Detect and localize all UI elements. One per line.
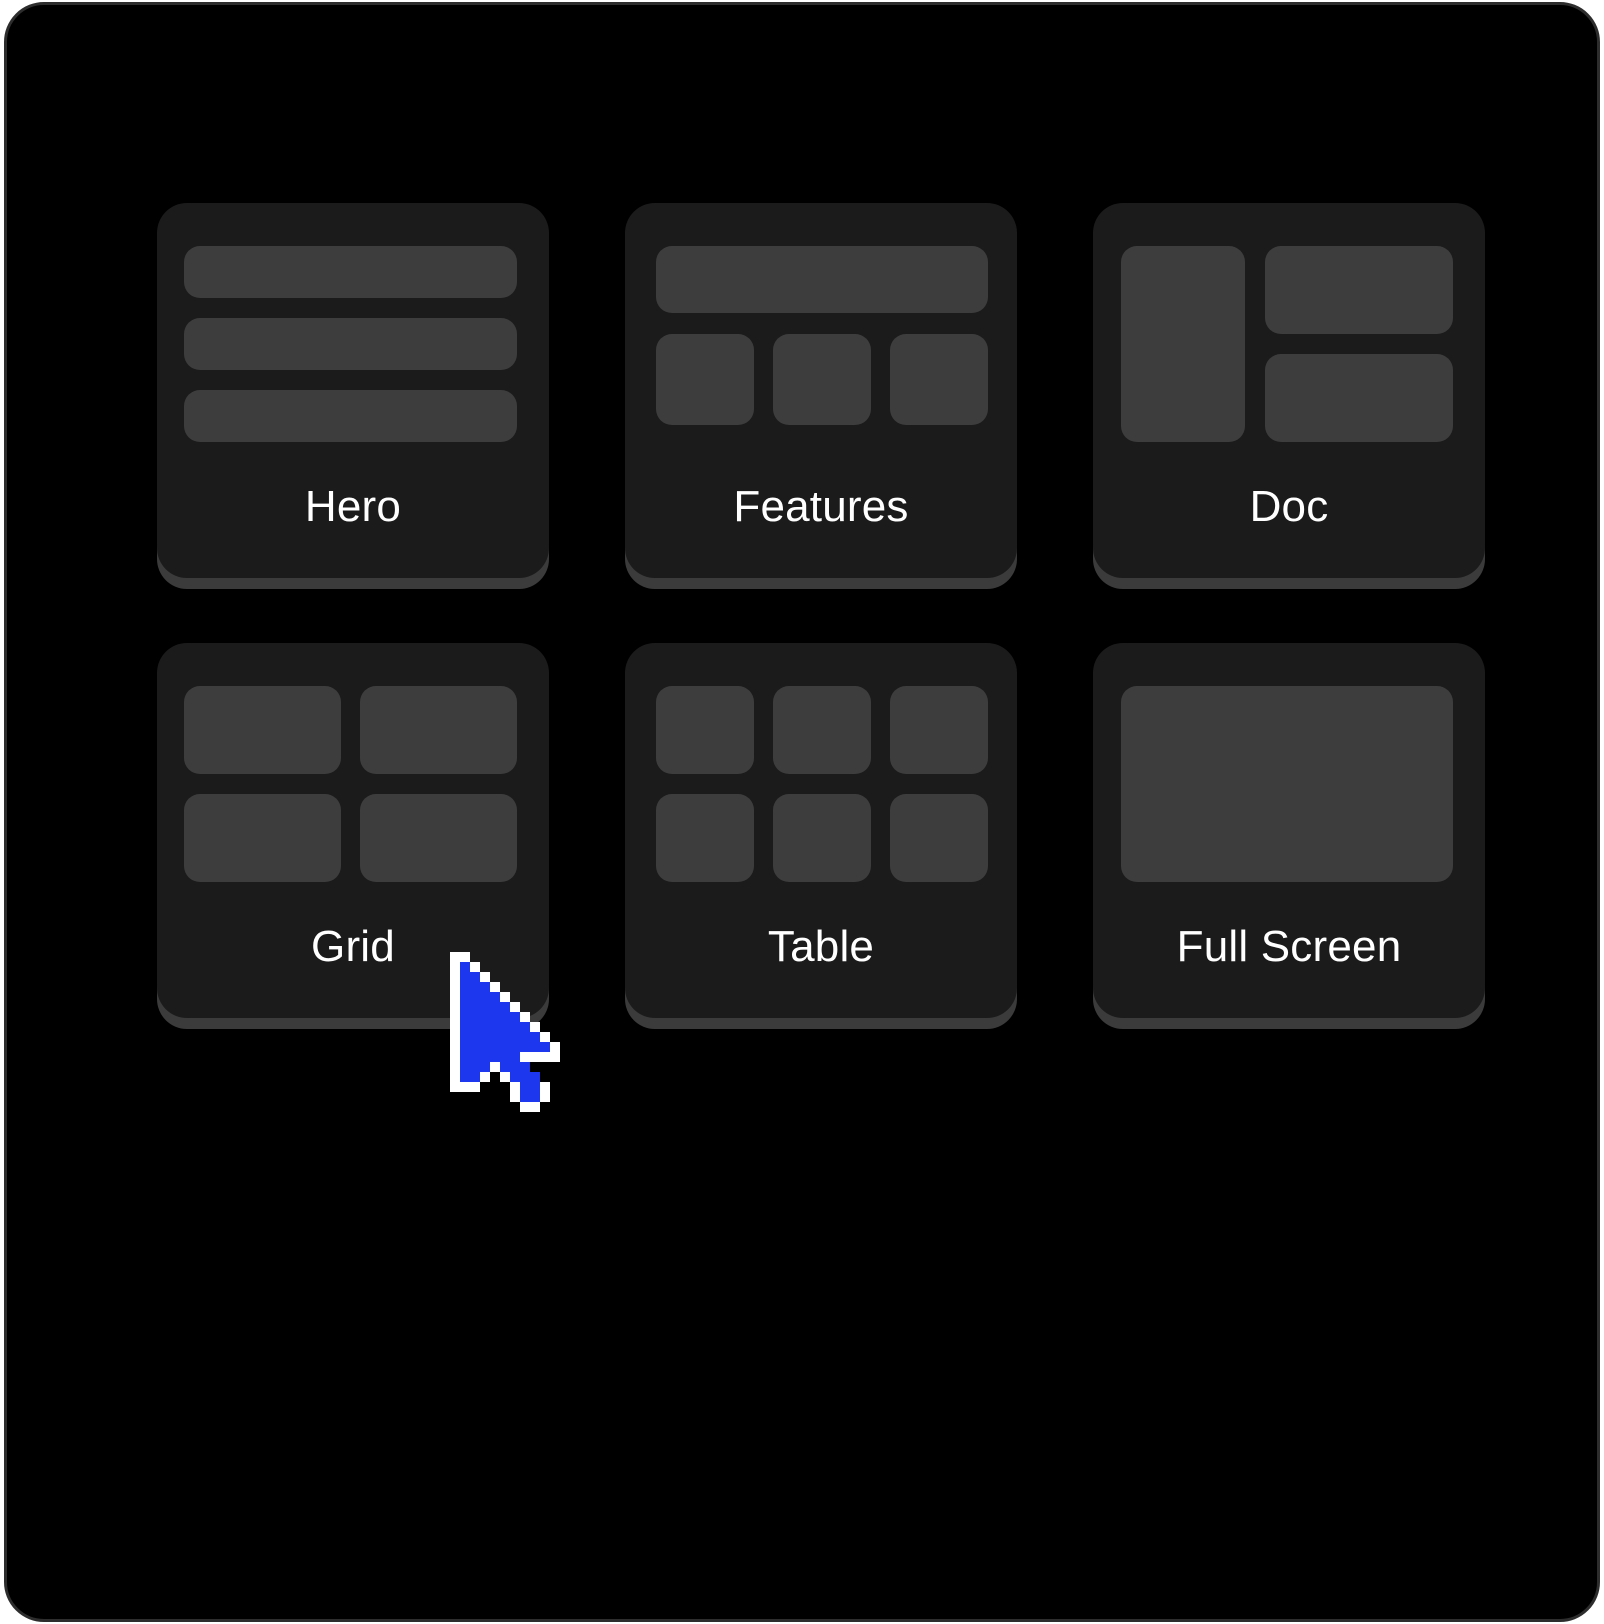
preview-block bbox=[1121, 246, 1245, 442]
pointer-arrow-icon bbox=[450, 952, 560, 1112]
layout-picker-panel: Hero Features Doc Grid Table Full Screen bbox=[4, 2, 1600, 1622]
preview-block bbox=[184, 794, 341, 882]
layout-card-doc[interactable]: Doc bbox=[1093, 203, 1485, 578]
layout-card-hero[interactable]: Hero bbox=[157, 203, 549, 578]
preview-block bbox=[184, 390, 517, 442]
preview-block bbox=[656, 686, 754, 774]
preview-block bbox=[1265, 354, 1453, 442]
layout-card-label: Doc bbox=[1249, 482, 1329, 531]
preview-block bbox=[360, 794, 517, 882]
layout-card-label: Full Screen bbox=[1176, 922, 1402, 971]
preview-block bbox=[656, 794, 754, 882]
preview-block bbox=[773, 686, 871, 774]
layout-card-fullscreen[interactable]: Full Screen bbox=[1093, 643, 1485, 1018]
preview-block bbox=[1121, 686, 1453, 882]
preview-block bbox=[1265, 246, 1453, 334]
preview-block bbox=[890, 686, 988, 774]
preview-block bbox=[773, 334, 871, 425]
layout-card-label: Features bbox=[733, 482, 909, 531]
preview-block bbox=[773, 794, 871, 882]
layout-card-label: Hero bbox=[304, 482, 402, 531]
preview-block bbox=[360, 686, 517, 774]
preview-block bbox=[184, 686, 341, 774]
layout-card-table[interactable]: Table bbox=[625, 643, 1017, 1018]
layout-card-label: Table bbox=[767, 922, 875, 971]
preview-block bbox=[890, 334, 988, 425]
preview-block bbox=[184, 318, 517, 370]
preview-block bbox=[656, 246, 988, 313]
preview-block bbox=[184, 246, 517, 298]
preview-block bbox=[890, 794, 988, 882]
layout-card-features[interactable]: Features bbox=[625, 203, 1017, 578]
preview-block bbox=[656, 334, 754, 425]
